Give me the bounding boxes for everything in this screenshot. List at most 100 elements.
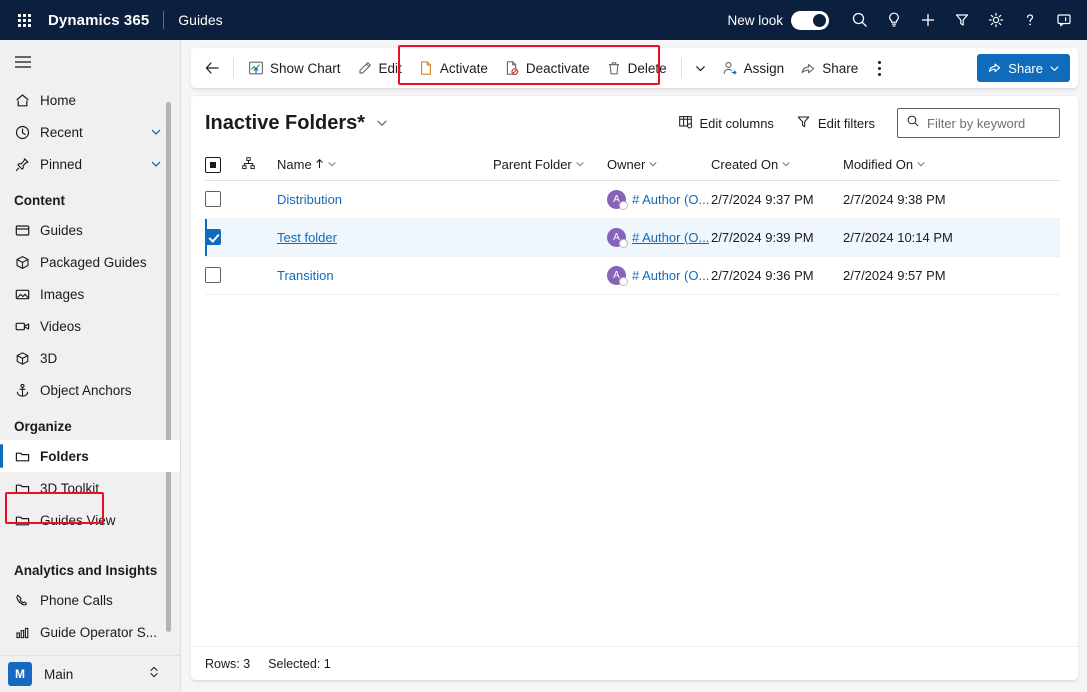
share-primary-button[interactable]: Share [977, 54, 1070, 82]
row-owner-cell[interactable]: A # Author (O... [607, 180, 711, 218]
sidebar-item-guide-operator-summary[interactable]: Guide Operator S... [0, 616, 180, 648]
owner-link[interactable]: # Author (O... [632, 230, 709, 245]
sidebar-item-guides-view[interactable]: Guides View [0, 504, 180, 536]
column-header-parent-folder[interactable]: Parent Folder [493, 150, 607, 180]
owner-link[interactable]: # Author (O... [632, 268, 709, 283]
sidebar-item-label: Home [40, 93, 76, 108]
row-hierarchy-cell [241, 218, 277, 256]
view-selector-caret[interactable] [375, 116, 389, 130]
row-parent-cell [493, 256, 607, 294]
insights-button[interactable] [877, 0, 911, 40]
search-input[interactable] [927, 116, 1047, 131]
settings-button[interactable] [979, 0, 1013, 40]
app-launcher-button[interactable] [0, 0, 48, 40]
sidebar-item-packaged-guides[interactable]: Packaged Guides [0, 246, 180, 278]
chevron-down-icon [1049, 63, 1060, 74]
select-all-header[interactable] [205, 150, 241, 180]
back-button[interactable] [197, 53, 227, 83]
filter-button[interactable] [945, 0, 979, 40]
top-bar-actions: New look [727, 0, 1087, 40]
command-overflow-caret[interactable] [688, 53, 714, 83]
sidebar-item-phone-calls[interactable]: Phone Calls [0, 584, 180, 616]
column-header-modified-on[interactable]: Modified On [843, 150, 1060, 180]
row-checkbox[interactable] [205, 191, 221, 207]
row-select-cell[interactable] [205, 180, 241, 218]
row-select-cell[interactable] [205, 256, 241, 294]
folder-icon [14, 448, 40, 465]
column-label: Parent Folder [493, 157, 572, 172]
column-header-name[interactable]: Name [277, 150, 493, 180]
edit-columns-button[interactable]: Edit columns [678, 114, 774, 132]
more-commands-button[interactable] [866, 53, 892, 83]
video-icon [14, 318, 40, 335]
row-created-cell: 2/7/2024 9:39 PM [711, 218, 843, 256]
folder-name-link[interactable]: Test folder [277, 230, 337, 245]
folder-name-link[interactable]: Distribution [277, 192, 342, 207]
quick-create-button[interactable] [911, 0, 945, 40]
sidebar-item-videos[interactable]: Videos [0, 310, 180, 342]
app-name-label[interactable]: Guides [164, 12, 222, 28]
command-label: Edit [379, 61, 402, 76]
row-owner-cell[interactable]: A # Author (O... [607, 218, 711, 256]
new-look-label: New look [727, 13, 783, 28]
row-owner-cell[interactable]: A # Author (O... [607, 256, 711, 294]
feedback-button[interactable] [1047, 0, 1081, 40]
sidebar-section-analytics: Analytics and Insights [0, 550, 180, 584]
edit-button[interactable]: Edit [349, 53, 410, 83]
keyword-filter-box[interactable] [897, 108, 1060, 138]
sidebar-item-pinned[interactable]: Pinned [0, 148, 180, 180]
row-select-cell[interactable] [205, 218, 241, 256]
folder-icon [14, 480, 40, 497]
chevron-down-icon[interactable] [648, 157, 658, 172]
edit-filters-button[interactable]: Edit filters [796, 114, 875, 132]
search-icon [906, 114, 920, 133]
command-label: Deactivate [526, 61, 590, 76]
activate-button[interactable]: Activate [410, 53, 496, 83]
table-row[interactable]: Test folder A # Author (O... 2/7/2024 9:… [205, 218, 1060, 256]
nav-menu-toggle[interactable] [0, 40, 180, 84]
sidebar-item-3d-toolkit[interactable]: 3D Toolkit [0, 472, 180, 504]
share-command-button[interactable]: Share [792, 53, 866, 83]
edit-columns-label: Edit columns [700, 116, 774, 131]
column-header-created-on[interactable]: Created On [711, 150, 843, 180]
waffle-icon [18, 14, 31, 27]
row-checkbox[interactable] [205, 267, 221, 283]
row-name-cell[interactable]: Test folder [277, 218, 493, 256]
deactivate-button[interactable]: Deactivate [496, 53, 598, 83]
sidebar-item-label: Images [40, 287, 84, 302]
chevron-down-icon[interactable] [575, 157, 585, 172]
sidebar-item-folders[interactable]: Folders [0, 440, 180, 472]
assign-button[interactable]: Assign [714, 53, 793, 83]
sidebar-item-home[interactable]: Home [0, 84, 180, 116]
row-checkbox[interactable] [205, 229, 221, 245]
folder-name-link[interactable]: Transition [277, 268, 334, 283]
chevron-down-icon[interactable] [150, 126, 162, 138]
show-chart-button[interactable]: Show Chart [240, 53, 349, 83]
row-name-cell[interactable]: Distribution [277, 180, 493, 218]
chevron-down-icon[interactable] [150, 158, 162, 170]
folders-table: Name [205, 150, 1060, 295]
app-switcher[interactable]: M Main [0, 655, 180, 692]
hierarchy-header[interactable] [241, 150, 277, 180]
row-modified-cell: 2/7/2024 9:38 PM [843, 180, 1060, 218]
search-button[interactable] [843, 0, 877, 40]
help-button[interactable] [1013, 0, 1047, 40]
chevron-down-icon[interactable] [781, 157, 791, 172]
chevron-down-icon[interactable] [327, 157, 337, 172]
chevron-down-icon[interactable] [916, 157, 926, 172]
sidebar-item-images[interactable]: Images [0, 278, 180, 310]
updown-chevron-icon[interactable] [148, 665, 160, 684]
new-look-toggle[interactable] [791, 11, 829, 30]
sidebar-item-3d[interactable]: 3D [0, 342, 180, 374]
row-created-cell: 2/7/2024 9:37 PM [711, 180, 843, 218]
row-name-cell[interactable]: Transition [277, 256, 493, 294]
sidebar-item-guides[interactable]: Guides [0, 214, 180, 246]
sidebar-item-object-anchors[interactable]: Object Anchors [0, 374, 180, 406]
table-row[interactable]: Transition A # Author (O... 2/7/2024 9:3… [205, 256, 1060, 294]
column-header-owner[interactable]: Owner [607, 150, 711, 180]
delete-button[interactable]: Delete [598, 53, 675, 83]
select-all-checkbox[interactable] [205, 157, 221, 173]
table-row[interactable]: Distribution A # Author (O... 2/7/2024 9… [205, 180, 1060, 218]
owner-link[interactable]: # Author (O... [632, 192, 709, 207]
sidebar-item-recent[interactable]: Recent [0, 116, 180, 148]
